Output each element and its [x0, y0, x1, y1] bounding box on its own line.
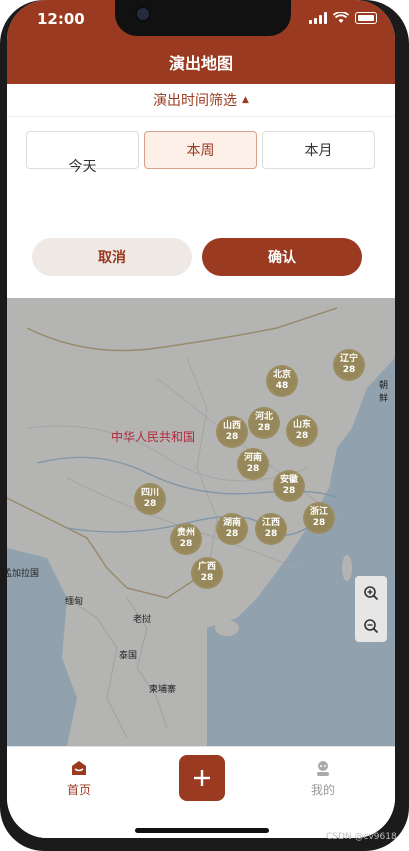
place-cambodia: 柬埔寨	[149, 685, 177, 695]
cluster-count: 28	[257, 423, 271, 433]
phone-frame: 12:00 演出地图 演出时间筛选 ▲ 今天 本周 本月 取消 确认 中华人民共…	[0, 0, 409, 851]
cluster-name: 辽宁	[339, 354, 358, 364]
cluster-count: 28	[225, 529, 239, 539]
cluster-shanxi[interactable]: 山西 28	[216, 416, 248, 448]
cluster-shandong[interactable]: 山东 28	[286, 415, 318, 447]
cluster-sichuan[interactable]: 四川 28	[134, 483, 166, 515]
confirm-button[interactable]: 确认	[202, 238, 362, 276]
status-time: 12:00	[37, 10, 85, 28]
triangle-up-icon: ▲	[242, 95, 249, 105]
cluster-zhejiang[interactable]: 浙江 28	[303, 502, 335, 534]
zoom-in-icon[interactable]	[355, 577, 387, 609]
tab-home[interactable]: 首页	[49, 759, 109, 798]
cluster-count: 28	[342, 365, 356, 375]
cluster-liaoning[interactable]: 辽宁 28	[333, 349, 365, 381]
cluster-name: 四川	[140, 488, 159, 498]
chip-today[interactable]: 今天	[26, 131, 139, 175]
notch	[115, 0, 291, 36]
cluster-hebei[interactable]: 河北 28	[248, 407, 280, 439]
user-icon	[317, 761, 329, 776]
map-view[interactable]: 中华人民共和国 缅甸 孟加拉国 老挝 泰国 柬埔寨 朝鲜 北京 48 辽宁 28 河…	[7, 298, 395, 746]
time-filter-toggle[interactable]: 演出时间筛选 ▲	[7, 84, 395, 117]
zoom-controls	[355, 576, 387, 642]
chip-this-month[interactable]: 本月	[262, 131, 375, 169]
status-bar: 12:00	[7, 0, 395, 40]
filter-actions: 取消 确认	[32, 238, 362, 276]
time-chip-group: 今天 本周 本月	[26, 131, 375, 175]
home-icon	[72, 761, 86, 775]
place-thailand: 泰国	[119, 651, 138, 661]
chip-label: 本月	[304, 143, 333, 159]
cluster-count: 28	[225, 432, 239, 442]
cluster-count: 28	[200, 573, 214, 583]
cluster-name: 湖南	[222, 518, 241, 528]
bottom-tabbar: 首页 我的	[7, 746, 395, 838]
status-icons	[309, 12, 377, 24]
cluster-count: 28	[179, 539, 193, 549]
cluster-guizhou[interactable]: 贵州 28	[170, 523, 202, 555]
page-title: 演出地图	[168, 54, 233, 73]
home-indicator	[135, 828, 269, 833]
place-bangladesh: 孟加拉国	[7, 569, 40, 579]
filter-label: 演出时间筛选	[153, 93, 238, 109]
cluster-name: 广西	[197, 562, 216, 572]
signal-icon	[309, 12, 327, 24]
watermark: CSDN @cv9618	[326, 832, 397, 842]
battery-icon	[355, 12, 377, 24]
cluster-count: 28	[312, 518, 326, 528]
cluster-anhui[interactable]: 安徽 28	[273, 470, 305, 502]
cluster-count: 28	[264, 529, 278, 539]
place-korea: 朝鲜	[379, 381, 389, 404]
cluster-name: 山西	[222, 421, 241, 431]
place-myanmar: 缅甸	[65, 597, 84, 607]
cancel-button[interactable]: 取消	[32, 238, 192, 276]
cluster-name: 山东	[292, 420, 311, 430]
cluster-beijing[interactable]: 北京 48	[266, 365, 298, 397]
plus-icon	[194, 770, 210, 786]
tab-mine[interactable]: 我的	[293, 759, 353, 798]
app-screen: 12:00 演出地图 演出时间筛选 ▲ 今天 本周 本月 取消 确认 中华人民共…	[7, 0, 395, 838]
cluster-name: 江西	[261, 518, 280, 528]
cluster-name: 河南	[243, 453, 262, 463]
cluster-jiangxi[interactable]: 江西 28	[255, 513, 287, 545]
cluster-hunan[interactable]: 湖南 28	[216, 513, 248, 545]
tab-home-label: 首页	[66, 783, 91, 797]
cluster-henan[interactable]: 河南 28	[237, 448, 269, 480]
country-label: 中华人民共和国	[111, 430, 196, 444]
cluster-name: 北京	[272, 370, 291, 380]
cluster-count: 28	[246, 464, 260, 474]
chip-label: 今天	[68, 159, 97, 175]
place-lao: 老挝	[133, 615, 152, 625]
cluster-count: 28	[143, 499, 157, 509]
tab-mine-label: 我的	[310, 783, 335, 797]
cluster-guangxi[interactable]: 广西 28	[191, 557, 223, 589]
chip-label: 本周	[186, 143, 215, 159]
cluster-name: 安徽	[279, 475, 298, 485]
cluster-count: 48	[275, 381, 289, 391]
cluster-name: 浙江	[309, 507, 328, 517]
add-button[interactable]	[179, 755, 225, 801]
cluster-count: 28	[295, 431, 309, 441]
wifi-icon	[333, 12, 349, 23]
cluster-count: 28	[282, 486, 296, 496]
chip-this-week[interactable]: 本周	[144, 131, 257, 169]
cluster-name: 河北	[254, 412, 273, 422]
cluster-name: 贵州	[176, 528, 195, 538]
camera-icon	[135, 6, 151, 22]
zoom-out-icon[interactable]	[355, 610, 387, 642]
nav-header: 演出地图	[7, 40, 395, 84]
